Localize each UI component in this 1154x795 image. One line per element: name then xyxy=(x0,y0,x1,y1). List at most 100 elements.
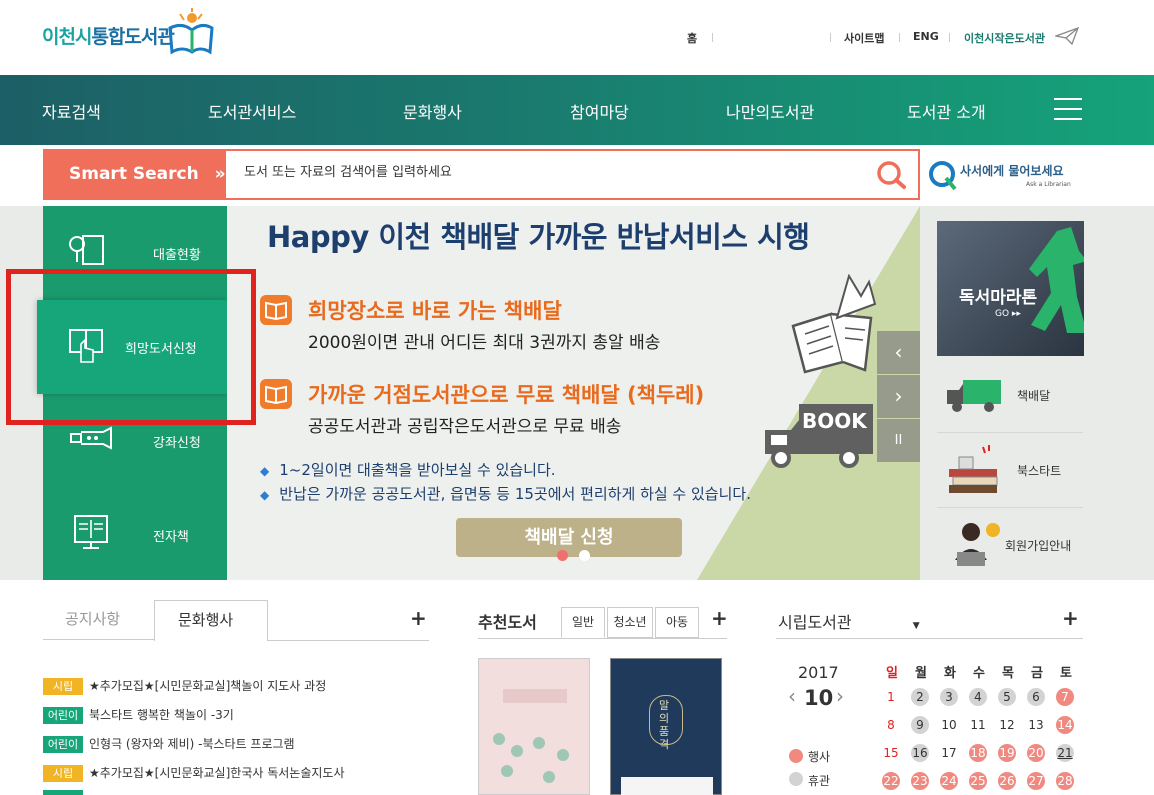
calendar-month: 10 xyxy=(804,686,834,710)
book-cover-1[interactable] xyxy=(478,658,590,795)
calendar-day[interactable]: 22 xyxy=(882,772,900,790)
banner-item1-sub: 2000원이면 관내 어디든 최대 3권까지 총알 배송 xyxy=(308,333,661,353)
calendar-day[interactable]: 8 xyxy=(882,716,900,734)
calendar-day[interactable]: 23 xyxy=(911,772,929,790)
tab-notice[interactable]: 공지사항 xyxy=(43,600,154,640)
board-list-item[interactable]: 시립 ★추가모집★[시민문화교실]책놀이 지도사 과정 xyxy=(43,677,326,695)
calendar-day[interactable]: 18 xyxy=(969,744,987,762)
nav-item-my-library[interactable]: 나만의도서관 xyxy=(726,99,814,123)
trumpet-icon xyxy=(70,426,112,450)
logo-book-icon xyxy=(168,8,214,55)
util-eng-link[interactable]: ENG xyxy=(913,30,939,43)
board-list-item[interactable]: 어린이 북스타트 행복한 책놀이 -3기 xyxy=(43,706,234,724)
nav-item-search[interactable]: 자료검색 xyxy=(42,99,101,123)
calendar-day[interactable]: 15 xyxy=(882,744,900,762)
hamburger-menu-icon[interactable] xyxy=(1054,98,1082,120)
calendar-day[interactable]: 10 xyxy=(940,716,958,734)
slide-prev-button[interactable]: ‹ xyxy=(877,331,920,374)
nav-item-library-services[interactable]: 도서관서비스 xyxy=(208,99,296,123)
search-input[interactable] xyxy=(244,165,844,180)
quick-link-delivery[interactable]: 책배달 xyxy=(937,358,1083,433)
calendar-day[interactable]: 7 xyxy=(1056,688,1074,706)
nav-item-participation[interactable]: 참여마당 xyxy=(570,99,629,123)
weekday-fri: 금 xyxy=(1031,666,1043,681)
side-item-ebook[interactable]: 전자책 xyxy=(43,488,227,582)
marathon-title: 독서마라톤 xyxy=(959,288,1038,308)
board-more-button[interactable]: + xyxy=(410,606,427,630)
board-item-title: 북스타트 행복한 책놀이 -3기 xyxy=(89,708,234,722)
slide-pause-button[interactable]: II xyxy=(877,419,920,462)
calendar-day[interactable]: 17 xyxy=(940,744,958,762)
quick-link-membership[interactable]: 회원가입안내 xyxy=(937,508,1083,583)
util-separator xyxy=(712,33,713,42)
book-delivery-apply-button[interactable]: 책배달 신청 xyxy=(456,518,682,557)
calendar-day[interactable]: 5 xyxy=(998,688,1016,706)
banner-item2-title: 가까운 거점도서관으로 무료 책배달 (책두레) xyxy=(308,383,705,407)
recommend-tab-general[interactable]: 일반 xyxy=(561,607,605,638)
calendar-day[interactable]: 16 xyxy=(911,744,929,762)
smart-search-label: Smart Search » xyxy=(43,149,226,200)
site-logo[interactable]: 이천시통합도서관 xyxy=(42,22,175,49)
calendar-underline xyxy=(776,638,1083,639)
calendar-day[interactable]: 28 xyxy=(1056,772,1074,790)
calendar-day[interactable]: 3 xyxy=(940,688,958,706)
ask-librarian-sub: Ask a Librarian xyxy=(1026,181,1071,188)
logo-part1: 이천시 xyxy=(42,26,92,48)
calendar-day[interactable]: 4 xyxy=(969,688,987,706)
board-item-title: 인형극 (왕자와 제비) -북스타트 프로그램 xyxy=(89,737,295,751)
book-cover-2[interactable]: 말의 품격 xyxy=(610,658,722,795)
board-tag: 어린이 xyxy=(43,707,83,724)
legend-closed-label: 휴관 xyxy=(808,774,831,788)
calendar-day[interactable]: 14 xyxy=(1056,716,1074,734)
main-banner-slide: Happy 이천 책배달 가까운 반납서비스 시행 희망장소로 바로 가는 책배… xyxy=(227,206,920,580)
calendar-day[interactable]: 26 xyxy=(998,772,1016,790)
recommend-tab-children[interactable]: 아동 xyxy=(655,607,699,638)
board-list-item[interactable]: 시립 ★추가모집★[시민문화교실]한국사 독서논술지도사 xyxy=(43,764,345,782)
banner-bullet: 1~2일이면 대출책을 받아보실 수 있습니다. xyxy=(260,459,555,480)
chevron-down-icon: ▼ xyxy=(912,621,920,631)
page: 이천시통합도서관 홈 사이트맵 ENG 이천시작은도서관 자료검색 도서관서비스… xyxy=(0,0,1154,795)
quick-link-label: 회원가입안내 xyxy=(1005,539,1072,553)
calendar-day[interactable]: 2 xyxy=(911,688,929,706)
calendar-day[interactable]: 9 xyxy=(911,716,929,734)
calendar-day-today[interactable]: 21 xyxy=(1056,744,1074,762)
slide-dot-active[interactable] xyxy=(557,550,568,561)
calendar-day[interactable]: 12 xyxy=(998,716,1016,734)
nav-item-cultural-events[interactable]: 문화행사 xyxy=(403,99,462,123)
quick-link-bookstart[interactable]: 북스타트 xyxy=(937,433,1083,508)
slide-next-button[interactable]: › xyxy=(877,375,920,418)
util-separator xyxy=(830,33,831,42)
calendar-library-select[interactable]: 시립도서관 ▼ xyxy=(778,609,920,633)
calendar-more-button[interactable]: + xyxy=(1062,606,1079,630)
board-list-item[interactable]: 어린이 인형극 (왕자와 제비) -북스타트 프로그램 xyxy=(43,735,295,753)
calendar-day[interactable]: 19 xyxy=(998,744,1016,762)
person-laptop-icon xyxy=(955,523,1000,566)
recommend-more-button[interactable]: + xyxy=(711,606,728,630)
calendar-day[interactable]: 24 xyxy=(940,772,958,790)
nav-item-about[interactable]: 도서관 소개 xyxy=(907,99,986,123)
calendar-day[interactable]: 20 xyxy=(1027,744,1045,762)
weekday-sat: 토 xyxy=(1060,666,1072,681)
calendar-day[interactable]: 6 xyxy=(1027,688,1045,706)
util-home-link[interactable]: 홈 xyxy=(687,30,697,46)
calendar-next-button[interactable]: › xyxy=(836,684,844,708)
weekday-sun: 일 xyxy=(886,666,898,681)
magnifier-book-icon xyxy=(69,235,104,265)
banner-title: Happy 이천 책배달 가까운 반납서비스 시행 xyxy=(267,220,810,254)
calendar-day[interactable]: 11 xyxy=(969,716,987,734)
slide-dot[interactable] xyxy=(579,550,590,561)
ebook-monitor-icon xyxy=(74,515,108,549)
recommend-tab-youth[interactable]: 청소년 xyxy=(607,607,653,638)
calendar-prev-button[interactable]: ‹ xyxy=(788,684,796,708)
calendar-day[interactable]: 25 xyxy=(969,772,987,790)
legend-event-dot xyxy=(789,749,803,763)
util-sitemap-link[interactable]: 사이트맵 xyxy=(844,30,884,46)
search-icon[interactable] xyxy=(876,160,908,190)
calendar-day[interactable]: 27 xyxy=(1027,772,1045,790)
reading-marathon-banner[interactable]: 독서마라톤 GO ▸▸ xyxy=(937,221,1084,356)
calendar-day[interactable]: 1 xyxy=(882,688,900,706)
util-small-library-link[interactable]: 이천시작은도서관 xyxy=(964,30,1045,46)
calendar-day[interactable]: 13 xyxy=(1027,716,1045,734)
tab-cultural-events[interactable]: 문화행사 xyxy=(154,600,268,641)
weekday-wed: 수 xyxy=(973,666,985,681)
